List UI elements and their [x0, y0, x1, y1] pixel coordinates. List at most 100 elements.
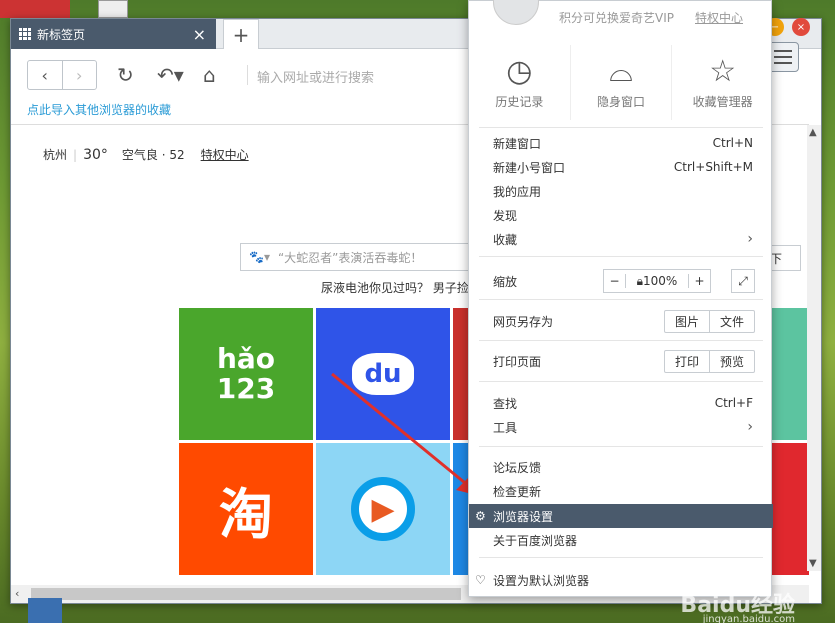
menu-print: 打印页面 打印 预览 [469, 349, 773, 373]
menu-settings[interactable]: ⚙ 浏览器设置 [469, 504, 773, 528]
menu-check-update[interactable]: 检查更新 [469, 479, 773, 503]
back-button[interactable]: ‹ [28, 61, 62, 89]
menu-label: 浏览器设置 [493, 509, 554, 524]
news-ticker[interactable]: 尿液电池你见过吗？ 男子捡 [321, 279, 469, 296]
menu-label: 收藏 [493, 232, 518, 247]
scroll-up-icon[interactable]: ▲ [809, 127, 817, 138]
menu-label: 关于百度浏览器 [493, 533, 578, 548]
nav-buttons: ‹ › [27, 60, 97, 90]
menu-divider [479, 127, 763, 128]
clock-icon: ◷ [506, 54, 533, 89]
menu-label: 查找 [493, 396, 518, 411]
menu-feedback[interactable]: 论坛反馈 [469, 455, 773, 479]
menu-label: 检查更新 [493, 484, 542, 499]
heart-icon: ♡ [475, 573, 486, 587]
menu-divider [479, 299, 763, 300]
menu-divider [479, 340, 763, 341]
scroll-down-icon[interactable]: ▼ [809, 558, 817, 569]
menu-my-apps[interactable]: 我的应用 [469, 179, 773, 203]
menu-label: 发现 [493, 208, 518, 223]
tile-taobao[interactable]: 淘 [179, 443, 313, 575]
menu-divider [479, 256, 763, 257]
weather-widget: 杭州 | 30° 空气良 · 52 特权中心 [43, 146, 249, 163]
menu-label: 打印页面 [493, 354, 542, 369]
incognito-label: 隐身窗口 [597, 95, 646, 109]
menu-find[interactable]: 查找 Ctrl+F [469, 391, 773, 415]
scroll-left-icon[interactable]: ‹ [15, 587, 19, 600]
zoom-value: 🔒︎ 100% [626, 274, 688, 289]
menu-discover[interactable]: 发现 [469, 203, 773, 227]
import-favorites-link[interactable]: 点此导入其他浏览器的收藏 [27, 101, 171, 118]
chevron-right-icon: › [747, 419, 753, 435]
address-divider [247, 65, 248, 85]
search-input[interactable]: “大蛇忍者”表演活吞毒蛇！ [278, 249, 422, 266]
paw-icon: 🐾▾ [249, 250, 270, 264]
tab-title: 新标签页 [37, 27, 86, 42]
history-button[interactable]: ◷ 历史记录 [469, 45, 571, 120]
new-tab-button[interactable]: + [223, 19, 259, 49]
refresh-icon[interactable]: ↻ [117, 63, 134, 87]
incognito-button[interactable]: ⌓ 隐身窗口 [571, 45, 673, 120]
air-quality: 空气良 · 52 [121, 148, 185, 162]
menu-divider [479, 381, 763, 382]
desktop-app-icon[interactable] [0, 0, 70, 18]
menu-new-small-window[interactable]: 新建小号窗口 Ctrl+Shift+M [469, 155, 773, 179]
home-icon[interactable]: ⌂ [203, 63, 216, 87]
tile-weibo-partial[interactable] [769, 443, 809, 575]
star-icon: ☆ [709, 54, 737, 89]
zoom-control: − 🔒︎ 100% + [603, 269, 711, 293]
save-image-button[interactable]: 图片 [665, 311, 709, 332]
favorites-manager-label: 收藏管理器 [692, 95, 753, 109]
menu-tools[interactable]: 工具 › [469, 415, 773, 439]
vip-link[interactable]: 特权中心 [695, 9, 743, 26]
fullscreen-icon[interactable]: ⤢ [731, 269, 755, 293]
tab-new-page[interactable]: 新标签页 × [11, 19, 216, 49]
close-tab-icon[interactable]: × [193, 25, 206, 44]
menu-label: 设置为默认浏览器 [493, 573, 590, 588]
forward-button[interactable]: › [61, 61, 97, 89]
menu-save-as: 网页另存为 图片 文件 [469, 309, 773, 333]
zoom-out-button[interactable]: − [604, 274, 626, 288]
menu-label: 论坛反馈 [493, 460, 542, 475]
menu-label: 工具 [493, 420, 518, 435]
mask-icon: ⌓ [609, 54, 633, 89]
close-window-icon[interactable]: × [792, 18, 810, 36]
red-arrow-annotation [331, 372, 480, 496]
scroll-thumb[interactable] [31, 588, 461, 600]
menu-label: 新建窗口 [493, 136, 542, 151]
save-as-buttons: 图片 文件 [663, 309, 755, 333]
desktop-file-icon[interactable] [98, 0, 128, 18]
menu-divider [479, 557, 763, 558]
privilege-link[interactable]: 特权中心 [201, 146, 249, 163]
grid-icon [19, 28, 31, 40]
preview-button[interactable]: 预览 [708, 350, 754, 372]
menu-label: 新建小号窗口 [493, 160, 566, 175]
save-file-button[interactable]: 文件 [708, 310, 754, 332]
menu-divider [479, 446, 763, 447]
menu-label: 我的应用 [493, 184, 542, 199]
taskbar-icon[interactable] [28, 598, 62, 623]
menu-label: 缩放 [493, 274, 518, 289]
shortcut: Ctrl+F [714, 396, 753, 410]
vertical-scrollbar[interactable]: ▲ ▼ [807, 125, 821, 571]
print-button[interactable]: 打印 [665, 351, 709, 372]
menu-favorites[interactable]: 收藏 › [469, 227, 773, 251]
undo-icon[interactable]: ↶▾ [157, 63, 184, 87]
print-buttons: 打印 预览 [663, 349, 755, 373]
shortcut: Ctrl+Shift+M [673, 160, 753, 174]
quick-actions: ◷ 历史记录 ⌓ 隐身窗口 ☆ 收藏管理器 [469, 45, 773, 120]
address-bar[interactable]: 输入网址或进行搜索 [257, 67, 374, 86]
zoom-level: 100% [643, 274, 678, 288]
avatar[interactable] [493, 0, 539, 25]
weather-temp: 30° [83, 146, 108, 163]
tile-green-partial[interactable] [769, 308, 809, 440]
favorites-manager-button[interactable]: ☆ 收藏管理器 [672, 45, 773, 120]
weather-city[interactable]: 杭州 [43, 146, 67, 163]
tile-hao123[interactable]: hǎo 123 [179, 308, 313, 440]
zoom-in-button[interactable]: + [688, 274, 710, 288]
menu-new-window[interactable]: 新建窗口 Ctrl+N [469, 131, 773, 155]
watermark-url: jingyan.baidu.com [702, 614, 795, 623]
menu-label: 网页另存为 [493, 314, 554, 329]
menu-about[interactable]: 关于百度浏览器 [469, 528, 773, 552]
shortcut: Ctrl+N [712, 136, 753, 150]
